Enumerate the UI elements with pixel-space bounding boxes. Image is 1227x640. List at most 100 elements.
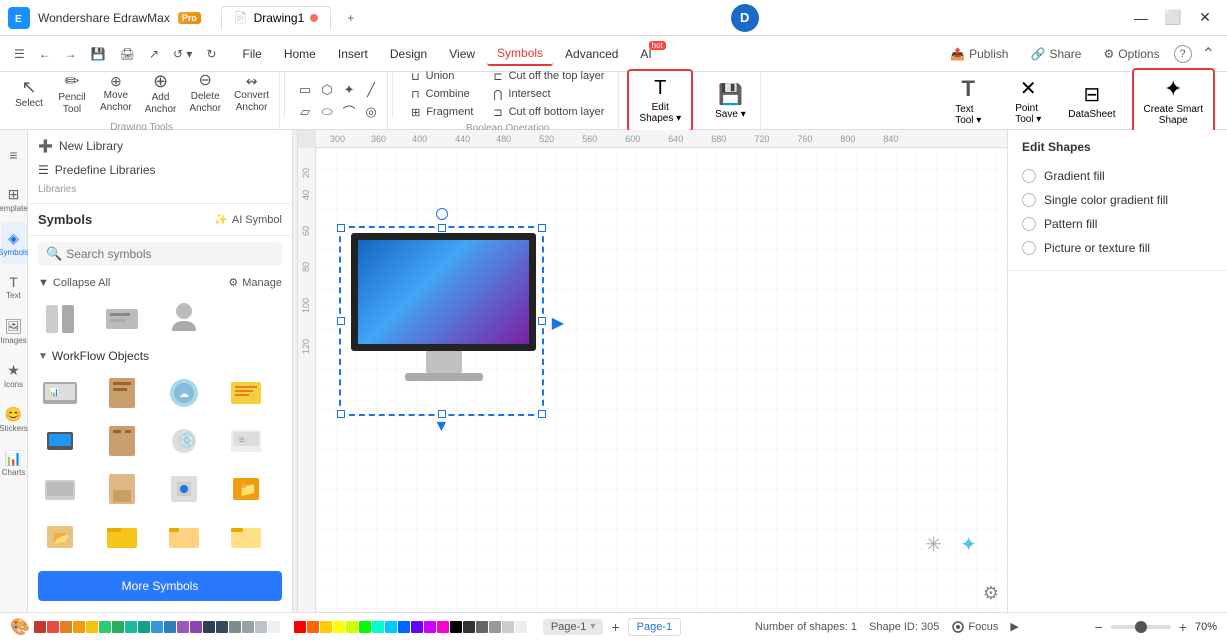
page-1-tab[interactable]: Page-1 ▾ [543,619,604,635]
union-button[interactable]: ⊔ Union [405,68,479,85]
rect-shape-button[interactable]: ▭ [295,80,315,100]
add-anchor-button[interactable]: ⊕ AddAnchor [139,68,183,120]
color-swatch[interactable] [359,621,371,633]
color-swatch[interactable] [125,621,137,633]
combine-button[interactable]: ⊓ Combine [405,86,479,103]
sidebar-stickers-button[interactable]: 😊 Stickers [1,398,27,440]
star-shape-button[interactable]: ✦ [339,80,359,100]
list-item[interactable] [38,467,82,511]
intersect-button[interactable]: ⋂ Intersect [487,86,610,103]
manage-button[interactable]: ⚙ Manage [228,276,282,289]
close-button[interactable]: ✕ [1191,7,1219,29]
color-swatch[interactable] [463,621,475,633]
sidebar-text-button[interactable]: T Text [1,266,27,308]
sidebar-symbols-button[interactable]: ◈ Symbols [1,222,27,264]
new-library-button[interactable]: ➕ New Library [28,134,292,158]
sidebar-templates-button[interactable]: ⊞ Templates [1,178,27,220]
picture-texture-fill-radio[interactable] [1022,241,1036,255]
play-icon[interactable]: ▶ [1010,620,1018,633]
list-item[interactable]: ☁ [162,371,206,415]
convert-anchor-button[interactable]: ↭ ConvertAnchor [228,70,275,118]
canvas-settings-icon[interactable]: ⚙ [983,583,999,604]
zoom-slider-thumb[interactable] [1135,621,1147,633]
more-symbols-button[interactable]: More Symbols [38,571,282,601]
back-button[interactable]: ← [33,44,57,64]
list-item[interactable] [100,419,144,463]
canvas-computer-shape[interactable] [351,233,536,381]
menu-advanced[interactable]: Advanced [555,43,628,65]
line-shape-button[interactable]: ╱ [361,80,381,100]
color-swatch[interactable] [502,621,514,633]
color-swatch[interactable] [515,621,527,633]
select-tool-button[interactable]: ↖ Select [8,74,50,114]
color-swatch[interactable] [255,621,267,633]
color-swatch[interactable] [34,621,46,633]
list-item[interactable]: 📂 [38,515,82,559]
hex-shape-button[interactable]: ⬡ [317,80,337,100]
color-swatch[interactable] [73,621,85,633]
list-item[interactable] [38,297,82,341]
share-button[interactable]: 🔗 Share [1022,44,1089,64]
color-swatch[interactable] [268,621,280,633]
menu-symbols[interactable]: Symbols [487,42,553,66]
color-picker-icon[interactable]: 🎨 [10,617,30,637]
color-swatch[interactable] [450,621,462,633]
user-avatar[interactable]: D [731,4,759,32]
fragment-button[interactable]: ⊞ Fragment [405,104,479,121]
color-swatch[interactable] [398,621,410,633]
sidebar-icons-button[interactable]: ★ Icons [1,354,27,396]
sidebar-images-button[interactable]: 🖼 Images [1,310,27,352]
color-swatch[interactable] [307,621,319,633]
ai-symbol-button[interactable]: ✨ AI Symbol [214,213,282,226]
menu-file[interactable]: File [233,43,272,65]
color-swatch[interactable] [476,621,488,633]
arc-shape-button[interactable]: ⌒ [339,102,359,122]
color-swatch[interactable] [60,621,72,633]
cut-top-button[interactable]: ⊏ Cut off the top layer [487,68,610,85]
single-color-gradient-radio[interactable] [1022,193,1036,207]
parallelogram-shape-button[interactable]: ▱ [295,102,315,122]
list-item[interactable] [162,297,206,341]
move-anchor-button[interactable]: ⊕ MoveAnchor [94,70,138,118]
gradient-fill-radio[interactable] [1022,169,1036,183]
sidebar-charts-button[interactable]: 📊 Charts [1,442,27,484]
list-item[interactable] [162,467,206,511]
search-input[interactable] [66,247,274,261]
save-toolbar-button[interactable]: 💾 [85,44,112,64]
list-item[interactable] [100,467,144,511]
color-swatch[interactable] [294,621,306,633]
gradient-fill-option[interactable]: Gradient fill [1022,164,1213,188]
help-button[interactable]: ? [1174,45,1192,63]
color-swatch[interactable] [229,621,241,633]
pattern-fill-radio[interactable] [1022,217,1036,231]
export-button[interactable]: ↗ [143,44,165,64]
predefine-libraries-button[interactable]: ☰ Predefine Libraries [28,158,292,182]
text-tool-button[interactable]: T TextTool ▾ [940,72,996,130]
menu-view[interactable]: View [439,43,485,65]
sparkle-icon[interactable]: ✦ [960,532,977,557]
add-page-button[interactable]: + [607,619,623,635]
color-swatch[interactable] [320,621,332,633]
color-swatch[interactable] [47,621,59,633]
add-tab-button[interactable]: + [339,9,362,27]
list-item[interactable]: 📊 [38,371,82,415]
sidebar-collapse-button[interactable]: ≡ [1,134,27,176]
color-swatch[interactable] [138,621,150,633]
zoom-out-button[interactable]: − [1093,619,1105,635]
color-swatch[interactable] [190,621,202,633]
minimize-button[interactable]: — [1127,7,1155,29]
list-item[interactable] [224,515,268,559]
list-item[interactable]: 💿 [162,419,206,463]
zoom-in-button[interactable]: + [1177,619,1189,635]
menu-home[interactable]: Home [274,43,326,65]
picture-texture-fill-option[interactable]: Picture or texture fill [1022,236,1213,260]
list-item[interactable] [224,371,268,415]
color-swatch[interactable] [242,621,254,633]
color-swatch[interactable] [151,621,163,633]
datasheet-button[interactable]: ⊟ DataSheet [1060,78,1123,124]
color-swatch[interactable] [99,621,111,633]
color-swatch[interactable] [346,621,358,633]
color-swatch[interactable] [437,621,449,633]
list-item[interactable] [162,515,206,559]
forward-button[interactable]: → [59,44,83,64]
